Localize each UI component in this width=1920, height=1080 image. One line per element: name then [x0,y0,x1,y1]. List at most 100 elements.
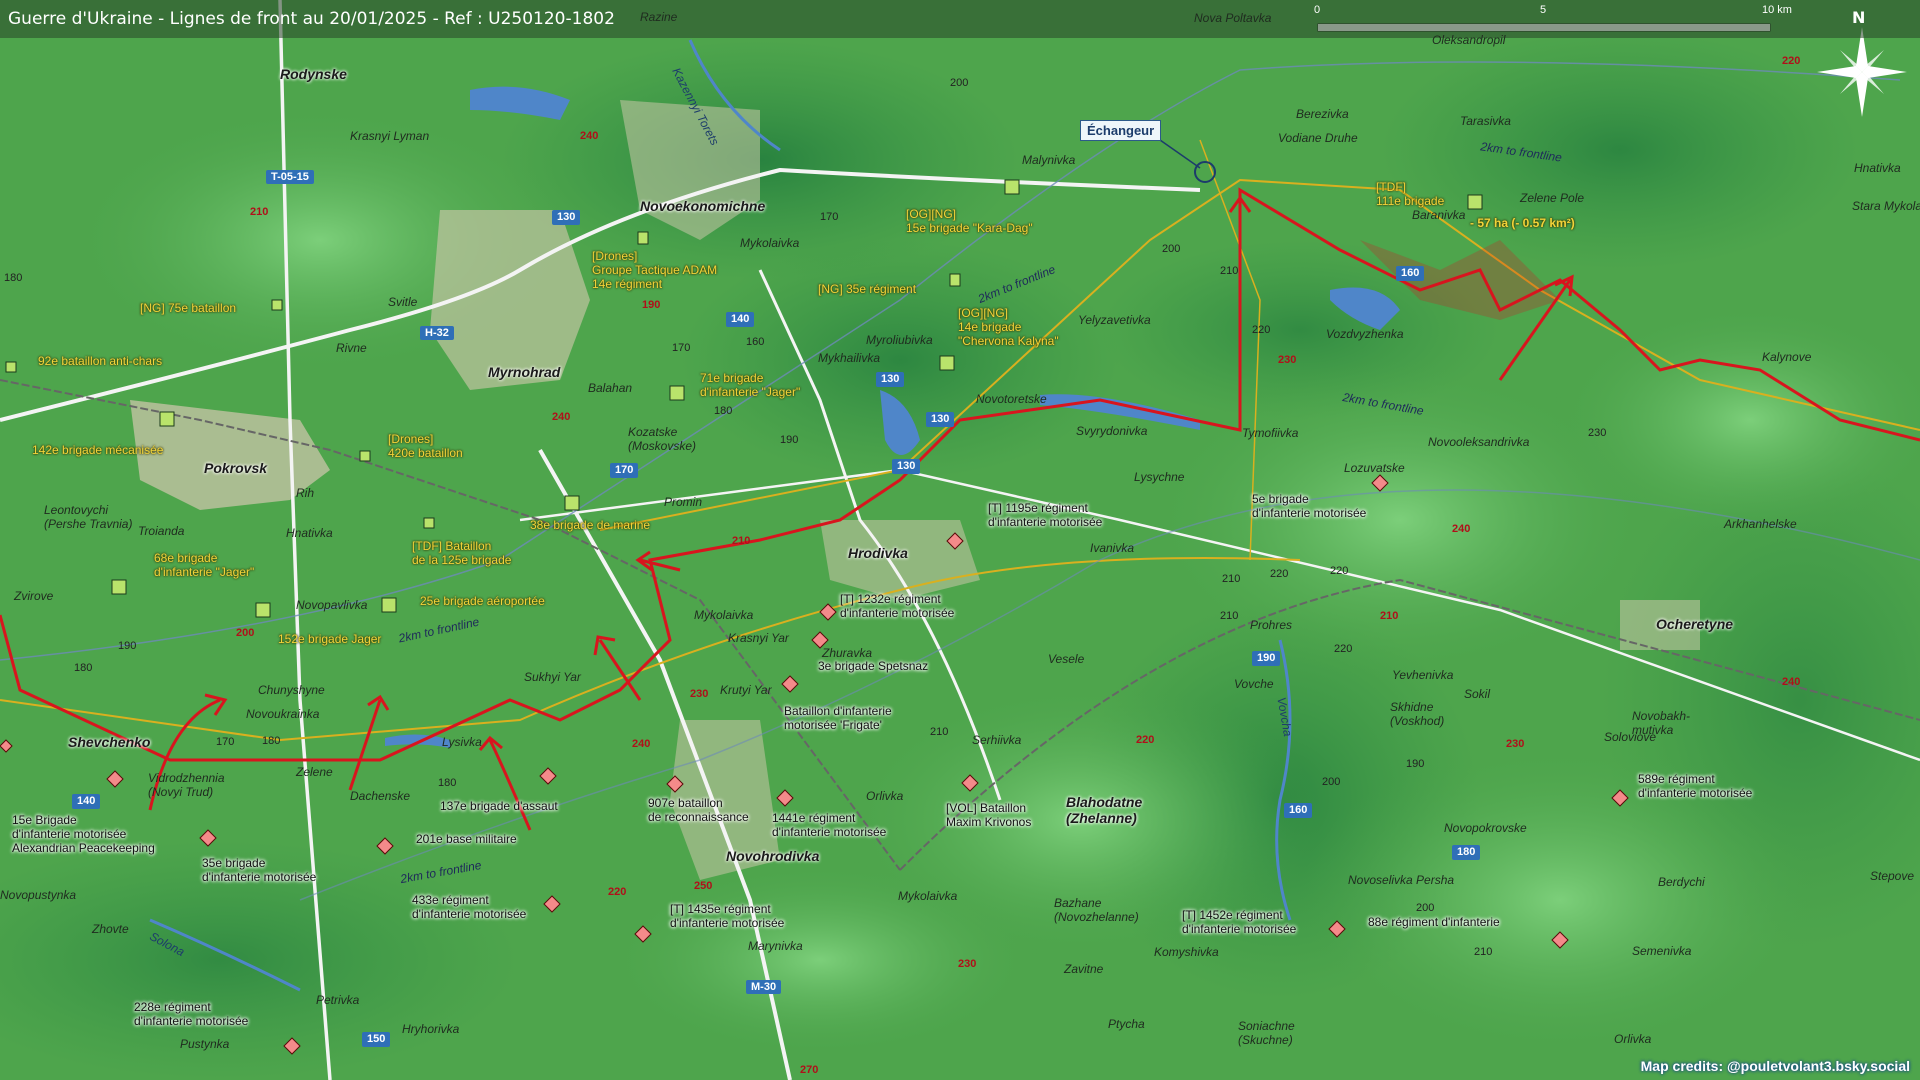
place-lysivka: Lysivka [442,735,482,749]
ua-unit-142e[interactable]: 142e brigade mécanisée [32,443,163,458]
place-semenivka: Semenivka [1632,944,1692,958]
ua-unit-152e[interactable]: 152e brigade Jager [278,632,381,647]
place-soniachne: Soniachne (Skuchne) [1238,1019,1295,1047]
town-hrodivka[interactable]: Hrodivka [848,545,908,561]
place-berdychi: Berdychi [1658,875,1705,889]
gain-area-label: - 57 ha (- 0.57 km²) [1470,216,1575,230]
place-krutyi-yar: Krutyi Yar [720,683,772,697]
ru-unit-589e[interactable]: 589e régiment d'infanterie motorisée [1638,772,1752,801]
road-number: 150 [362,1032,391,1047]
echangeur-callout[interactable]: Échangeur [1080,120,1162,141]
place-ivanivka: Ivanivka [1090,541,1135,555]
place-kalynove: Kalynove [1762,350,1812,364]
place-kozatske: Kozatske (Moskovske) [628,425,697,453]
elevation-label: 180 [714,405,733,417]
elevation-label-red: 240 [1452,523,1471,535]
ua-unit-420e[interactable]: [Drones] 420e bataillon [388,432,463,461]
ua-unit-92e[interactable]: 92e bataillon anti-chars [38,354,162,369]
scale-label-5: 5 [1540,4,1547,16]
ua-unit-adam[interactable]: [Drones] Groupe Tactique ADAM 14e régime… [592,249,717,291]
elevation-label: 200 [1162,243,1181,255]
ru-unit-907e[interactable]: 907e bataillon de reconnaissance [648,796,749,825]
town-novoekonomichne[interactable]: Novoekonomichne [640,198,765,214]
place-zvirove: Zvirove [14,589,54,603]
place-zelene: Zelene [296,765,333,779]
elevation-label: 170 [216,736,235,748]
ru-unit-1195e[interactable]: [T] 1195e régiment d'infanterie motorisé… [988,501,1102,530]
place-hryhorivka: Hryhorivka [402,1022,460,1036]
elevation-label-red: 250 [694,880,713,892]
place-vodiane-druhe: Vodiane Druhe [1278,131,1358,145]
place-arkhanhelske: Arkhanhelske [1724,517,1797,531]
ua-unit-tdf-111e[interactable]: [TDF] 111e brigade [1376,180,1444,209]
elevation-label: 180 [4,272,23,284]
elevation-label: 200 [1416,902,1435,914]
place-tarasivka: Tarasivka [1460,114,1511,128]
elevation-label: 180 [262,735,281,747]
ru-unit-137e[interactable]: 137e brigade d'assaut [440,799,558,814]
town-blahodatne[interactable]: Blahodatne (Zhelanne) [1066,794,1142,826]
ua-unit-kara-dag[interactable]: [OG][NG] 15e brigade "Kara-Dag" [906,207,1033,236]
place-leontovychi: Leontovychi (Pershe Travnia) [44,503,133,531]
ua-unit-ng-35e[interactable]: [NG] 35e régiment [818,282,916,297]
map-canvas[interactable]: Guerre d'Ukraine - Lignes de front au 20… [0,0,1920,1080]
elevation-label-red: 270 [800,1064,819,1076]
town-ocheretyne[interactable]: Ocheretyne [1656,616,1733,632]
place-vovche: Vovche [1234,677,1274,691]
elevation-label-red: 220 [608,886,627,898]
road-badge-t0515: T-05-15 [266,170,314,184]
ua-unit-25e[interactable]: 25e brigade aéroportée [420,594,545,609]
ru-unit-1441e[interactable]: 1441e régiment d'infanterie motorisée [772,811,886,840]
place-orlivka-c: Orlivka [866,789,904,803]
ru-unit-1452e[interactable]: [T] 1452e régiment d'infanterie motorisé… [1182,908,1296,937]
elevation-label: 200 [950,77,969,89]
elevation-label-red: 210 [250,206,269,218]
town-shevchenko[interactable]: Shevchenko [68,734,150,750]
road-number: 170 [610,463,639,478]
ru-unit-88e[interactable]: 88e régiment d'infanterie [1368,915,1500,930]
place-novooleksandrivka: Novooleksandrivka [1428,435,1530,449]
ua-unit-71e[interactable]: 71e brigade d'infanterie "Jager" [700,371,800,400]
ua-unit-38e[interactable]: 38e brigade de marine [530,518,650,533]
elevation-label-red: 240 [1782,676,1801,688]
place-rivne: Rivne [336,341,367,355]
ru-unit-3e-spetsnaz[interactable]: 3e brigade Spetsnaz [818,659,928,674]
place-pustynka: Pustynka [180,1037,230,1051]
ua-unit-68e[interactable]: 68e brigade d'infanterie "Jager" [154,551,254,580]
ru-unit-433e[interactable]: 433e régiment d'infanterie motorisée [412,893,526,922]
ru-unit-frigate[interactable]: Bataillon d'infanterie motorisée 'Frigat… [784,704,892,733]
ru-unit-201e[interactable]: 201e base militaire [416,832,517,847]
ru-unit-1435e[interactable]: [T] 1435e régiment d'infanterie motorisé… [670,902,784,931]
place-zhovte: Zhovte [92,922,129,936]
ru-unit-maxim-krivonos[interactable]: [VOL] Bataillon Maxim Krivonos [946,801,1031,830]
place-svitle: Svitle [388,295,418,309]
place-sukhyi-yar: Sukhyi Yar [524,670,581,684]
elevation-label-red: 230 [1506,738,1525,750]
place-razine: Razine [640,10,678,24]
ua-unit-chervona-kalyna[interactable]: [OG][NG] 14e brigade "Chervona Kalyna" [958,306,1059,348]
ua-unit-ng-75e[interactable]: [NG] 75e bataillon [140,301,236,316]
ua-unit-tdf-125e[interactable]: [TDF] Bataillon de la 125e brigade [412,539,511,568]
elevation-label-red: 210 [1380,610,1399,622]
ru-unit-5e[interactable]: 5e brigade d'infanterie motorisée [1252,492,1366,521]
place-chunyshyne: Chunyshyne [258,683,325,697]
map-credits[interactable]: Map credits: @pouletvolant3.bsky.social [1641,1058,1910,1074]
elevation-label-red: 210 [732,535,751,547]
elevation-label: 230 [1588,427,1607,439]
place-malynivka: Malynivka [1022,153,1076,167]
ru-unit-228e[interactable]: 228e régiment d'infanterie motorisée [134,1000,248,1029]
place-balahan: Balahan [588,381,633,395]
place-lozuvatske: Lozuvatske [1344,461,1405,475]
place-mykhailivka: Mykhailivka [818,351,881,365]
elevation-label-red: 230 [1278,354,1297,366]
town-rodynske[interactable]: Rodynske [280,66,347,82]
place-mykolaivka-c: Mykolaivka [694,608,754,622]
ru-unit-35e[interactable]: 35e brigade d'infanterie motorisée [202,856,316,885]
town-pokrovsk[interactable]: Pokrovsk [204,460,267,476]
ru-unit-1232e[interactable]: [T] 1232e régiment d'infanterie motorisé… [840,592,954,621]
elevation-label: 210 [1474,946,1493,958]
ru-unit-15e[interactable]: 15e Brigade d'infanterie motorisée Alexa… [12,813,155,855]
town-myrnohrad[interactable]: Myrnohrad [488,364,560,380]
town-novohrodivka[interactable]: Novohrodivka [726,848,819,864]
elevation-label: 180 [74,662,93,674]
